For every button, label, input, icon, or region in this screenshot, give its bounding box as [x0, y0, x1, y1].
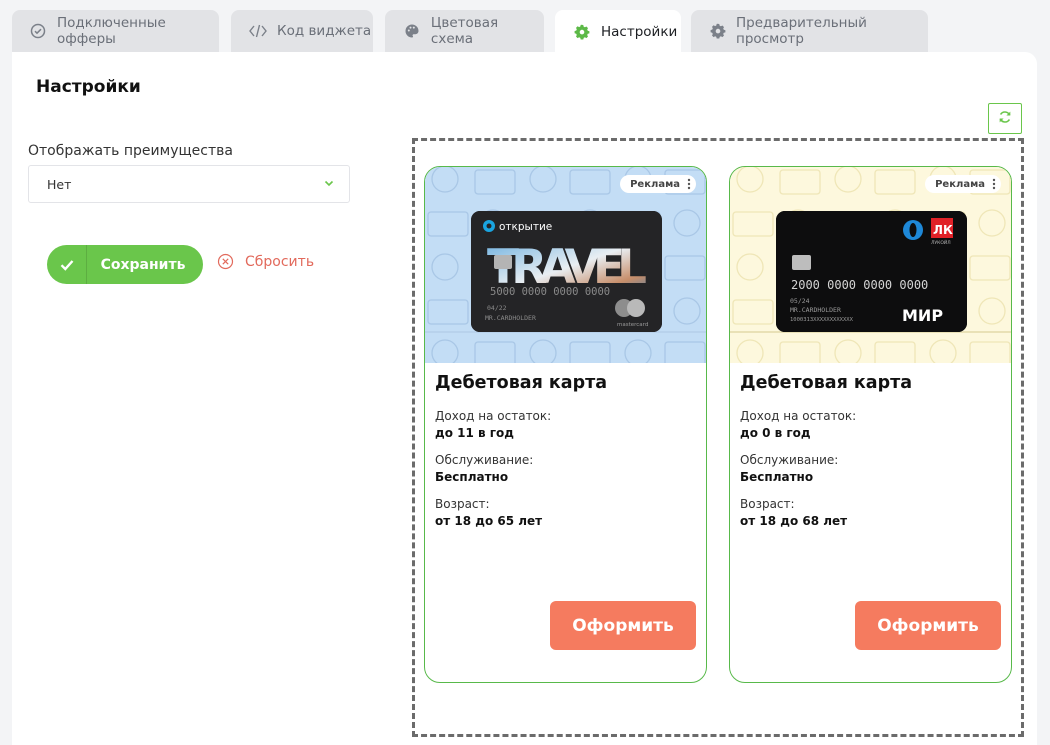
- card-holder: MR.CARDHOLDER: [485, 314, 536, 322]
- code-icon: [249, 22, 267, 40]
- card-network: mastercard: [617, 322, 648, 328]
- widget-preview: Реклама открытие RAVEL 5000 0000 0000 00…: [412, 138, 1024, 737]
- more-icon: [687, 178, 691, 190]
- save-button-label: Сохранить: [100, 256, 186, 273]
- ad-label[interactable]: Реклама: [925, 175, 1001, 193]
- palette-icon: [403, 22, 421, 40]
- age-label: Возраст:: [740, 497, 795, 511]
- tab-color-scheme[interactable]: Цветовая схема: [385, 10, 544, 52]
- ad-label[interactable]: Реклама: [620, 175, 696, 193]
- check-circle-icon: [30, 22, 47, 40]
- tab-label: Подключенные офферы: [56, 15, 166, 47]
- service-row: Обслуживание: Бесплатно: [740, 453, 838, 484]
- offer-card: Реклама открытие RAVEL 5000 0000 0000 00…: [424, 166, 707, 683]
- close-circle-icon: [217, 253, 235, 271]
- card-network: МИР: [902, 306, 943, 325]
- benefits-label: Отображать преимущества: [28, 143, 233, 159]
- offer-title: Дебетовая карта: [435, 373, 608, 393]
- offer-banner: Реклама ЛК ЛУКОЙЛ 2000 0000 0000 0000 05…: [730, 167, 1011, 363]
- service-label: Обслуживание:: [740, 453, 839, 467]
- chevron-down-icon: [323, 177, 335, 189]
- service-value: Бесплатно: [740, 470, 814, 484]
- offer-banner: Реклама открытие RAVEL 5000 0000 0000 00…: [425, 167, 706, 363]
- income-label: Доход на остаток:: [740, 409, 857, 423]
- checkmark-icon: [47, 245, 87, 284]
- card-code: 1000313XXXXXXXXXXXX: [790, 317, 854, 323]
- card-brand: открытие: [499, 221, 552, 233]
- more-icon: [992, 178, 996, 190]
- lukoil-card-image: ЛК ЛУКОЙЛ 2000 0000 0000 0000 05/24 MR.C…: [776, 211, 967, 332]
- apply-button[interactable]: Оформить: [855, 601, 1001, 650]
- benefits-select-value: Нет: [47, 176, 72, 192]
- card-brand: ЛУКОЙЛ: [931, 239, 951, 246]
- age-value: от 18 до 65 лет: [435, 514, 543, 528]
- ad-label-text: Реклама: [630, 178, 680, 190]
- page-title: Настройки: [36, 77, 141, 97]
- service-value: Бесплатно: [435, 470, 509, 484]
- card-holder: MR.CARDHOLDER: [790, 306, 841, 314]
- save-button[interactable]: Сохранить: [47, 245, 203, 284]
- gear-icon: [709, 22, 726, 40]
- card-expiry: 04/22: [487, 304, 507, 312]
- card-expiry: 05/24: [790, 297, 810, 305]
- tab-connected-offers[interactable]: Подключенные офферы: [12, 10, 219, 52]
- card-number: 2000 0000 0000 0000: [791, 278, 928, 292]
- tab-label: Цветовая схема: [430, 15, 499, 47]
- income-row: Доход на остаток: до 0 в год: [740, 409, 856, 440]
- reset-label: Сбросить: [245, 254, 315, 270]
- tab-label: Код виджета: [277, 23, 372, 39]
- card-number: 5000 0000 0000 0000: [490, 286, 610, 298]
- tab-label: Предварительный просмотр: [736, 15, 867, 47]
- service-row: Обслуживание: Бесплатно: [435, 453, 533, 484]
- tab-label: Настройки: [601, 24, 678, 40]
- refresh-icon: [998, 109, 1012, 128]
- age-row: Возраст: от 18 до 65 лет: [435, 497, 542, 528]
- benefits-select[interactable]: Нет: [28, 165, 350, 203]
- income-label: Доход на остаток:: [435, 409, 552, 423]
- svg-text:ЛК: ЛК: [933, 223, 953, 237]
- reset-button[interactable]: Сбросить: [217, 253, 314, 271]
- income-value: до 11 в год: [435, 426, 514, 440]
- income-row: Доход на остаток: до 11 в год: [435, 409, 551, 440]
- tab-preview[interactable]: Предварительный просмотр: [691, 10, 928, 52]
- service-label: Обслуживание:: [435, 453, 534, 467]
- age-value: от 18 до 68 лет: [740, 514, 848, 528]
- tab-settings[interactable]: Настройки: [555, 10, 681, 54]
- tab-widget-code[interactable]: Код виджета: [231, 10, 373, 52]
- age-label: Возраст:: [435, 497, 490, 511]
- offer-title: Дебетовая карта: [740, 373, 913, 393]
- ad-label-text: Реклама: [935, 178, 985, 190]
- apply-button[interactable]: Оформить: [550, 601, 696, 650]
- gear-icon: [573, 23, 591, 41]
- settings-panel: Настройки Отображать преимущества Нет Со…: [12, 52, 1037, 745]
- refresh-preview-button[interactable]: [988, 103, 1022, 134]
- travel-card-image: открытие TRAVEL 5000 0000 0000 0000 04/2…: [471, 211, 662, 332]
- offer-card: Реклама ЛК ЛУКОЙЛ 2000 0000 0000 0000 05…: [729, 166, 1012, 683]
- age-row: Возраст: от 18 до 68 лет: [740, 497, 847, 528]
- income-value: до 0 в год: [740, 426, 811, 440]
